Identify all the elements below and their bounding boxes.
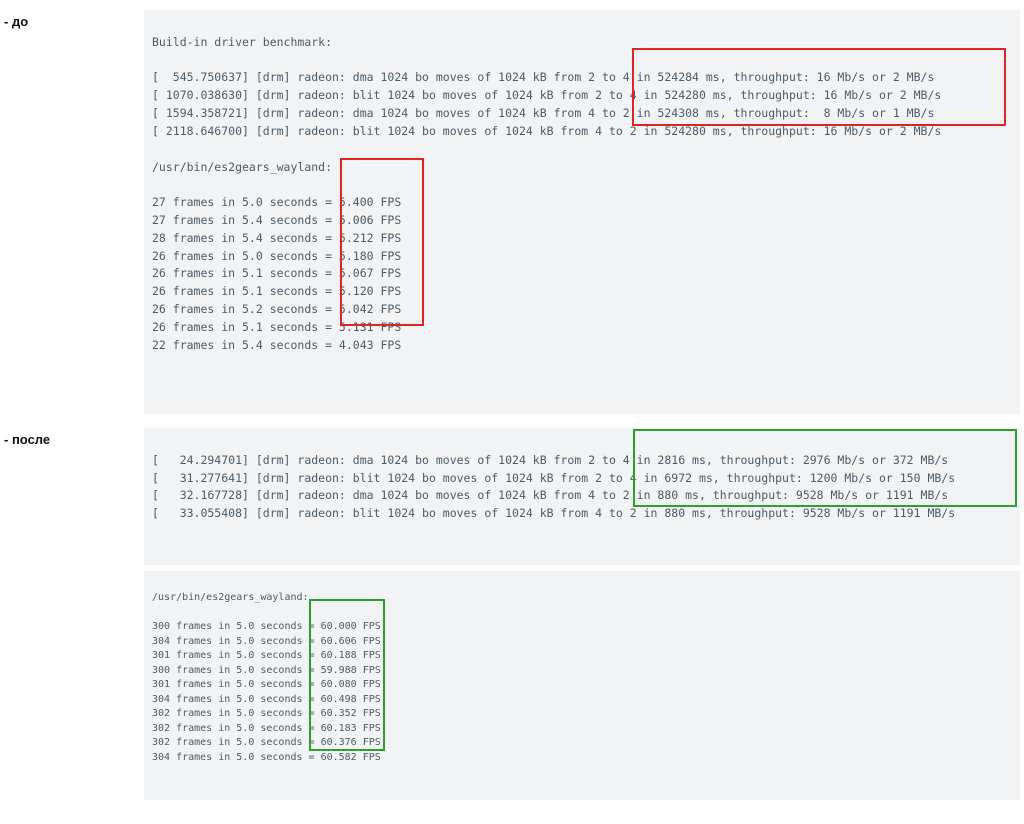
gears-title: /usr/bin/es2gears_wayland:: [152, 592, 309, 603]
gears-line: 304 frames in 5.0 seconds = 60.498 FPS: [152, 694, 381, 705]
gears-line: 26 frames in 5.1 seconds = 5.067 FPS: [152, 266, 401, 280]
dmesg-line: [ 2118.646700] [drm] radeon: blit 1024 b…: [152, 124, 941, 138]
gears-title: /usr/bin/es2gears_wayland:: [152, 160, 332, 174]
after-codeblock-dmesg: [ 24.294701] [drm] radeon: dma 1024 bo m…: [144, 428, 1020, 565]
after-content: [ 24.294701] [drm] radeon: dma 1024 bo m…: [144, 428, 1020, 806]
gears-line: 304 frames in 5.0 seconds = 60.606 FPS: [152, 636, 381, 647]
gears-line: 27 frames in 5.4 seconds = 5.006 FPS: [152, 213, 401, 227]
gears-line: 300 frames in 5.0 seconds = 59.988 FPS: [152, 665, 381, 676]
dmesg-line: [ 32.167728] [drm] radeon: dma 1024 bo m…: [152, 488, 948, 502]
gears-line: 26 frames in 5.1 seconds = 5.120 FPS: [152, 284, 401, 298]
dmesg-line: [ 31.277641] [drm] radeon: blit 1024 bo …: [152, 471, 955, 485]
dmesg-line: [ 1070.038630] [drm] radeon: blit 1024 b…: [152, 88, 941, 102]
before-section: - до Build-in driver benchmark: [ 545.75…: [4, 10, 1020, 420]
before-codeblock: Build-in driver benchmark: [ 545.750637]…: [144, 10, 1020, 414]
dmesg-line: [ 24.294701] [drm] radeon: dma 1024 bo m…: [152, 453, 948, 467]
label-col: - после: [4, 428, 144, 447]
before-heading: Build-in driver benchmark:: [152, 35, 332, 49]
gears-line: 302 frames in 5.0 seconds = 60.183 FPS: [152, 723, 381, 734]
gears-line: 26 frames in 5.1 seconds = 5.131 FPS: [152, 320, 401, 334]
gears-line: 300 frames in 5.0 seconds = 60.000 FPS: [152, 621, 381, 632]
gears-line: 26 frames in 5.2 seconds = 5.042 FPS: [152, 302, 401, 316]
gears-line: 27 frames in 5.0 seconds = 5.400 FPS: [152, 195, 401, 209]
dmesg-line: [ 33.055408] [drm] radeon: blit 1024 bo …: [152, 506, 955, 520]
gears-line: 28 frames in 5.4 seconds = 5.212 FPS: [152, 231, 401, 245]
after-codeblock-gears: /usr/bin/es2gears_wayland: 300 frames in…: [144, 571, 1020, 801]
gears-line: 302 frames in 5.0 seconds = 60.376 FPS: [152, 737, 381, 748]
gears-line: 26 frames in 5.0 seconds = 5.180 FPS: [152, 249, 401, 263]
label-col: - до: [4, 10, 144, 29]
gears-line: 22 frames in 5.4 seconds = 4.043 FPS: [152, 338, 401, 352]
dmesg-line: [ 1594.358721] [drm] radeon: dma 1024 bo…: [152, 106, 934, 120]
after-section: - после [ 24.294701] [drm] radeon: dma 1…: [4, 428, 1020, 806]
before-content: Build-in driver benchmark: [ 545.750637]…: [144, 10, 1020, 420]
gears-line: 302 frames in 5.0 seconds = 60.352 FPS: [152, 708, 381, 719]
gears-line: 301 frames in 5.0 seconds = 60.188 FPS: [152, 650, 381, 661]
gears-line: 304 frames in 5.0 seconds = 60.582 FPS: [152, 752, 381, 763]
before-label: - до: [4, 14, 28, 29]
after-label: - после: [4, 432, 50, 447]
gears-line: 301 frames in 5.0 seconds = 60.080 FPS: [152, 679, 381, 690]
dmesg-line: [ 545.750637] [drm] radeon: dma 1024 bo …: [152, 70, 934, 84]
